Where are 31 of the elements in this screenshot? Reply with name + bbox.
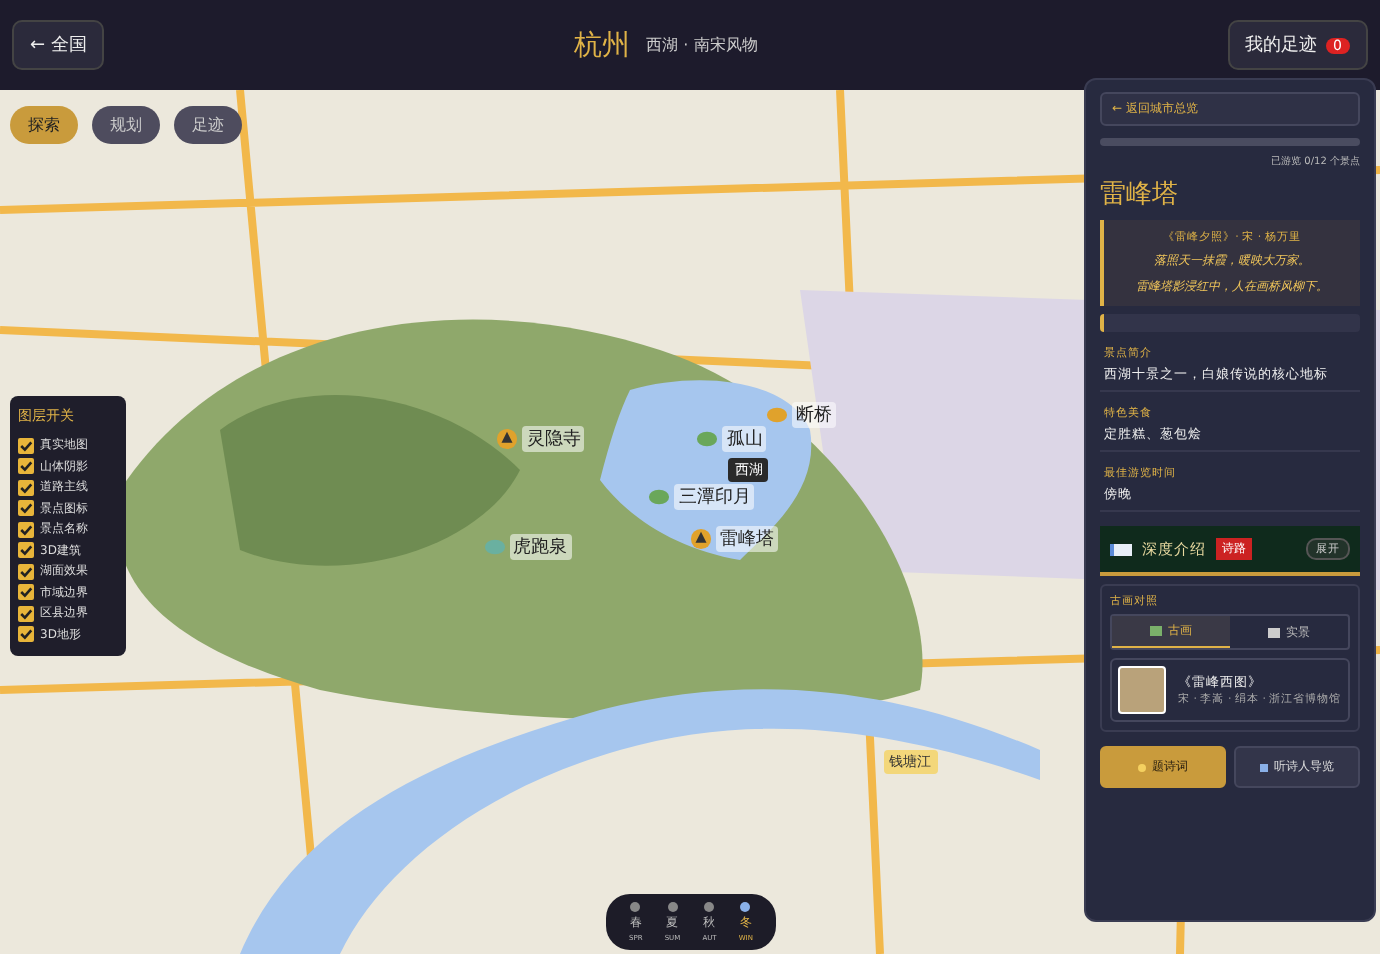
mode-tab[interactable]: 足迹 xyxy=(174,106,242,144)
scroll-icon xyxy=(1110,543,1132,555)
checkbox[interactable] xyxy=(18,437,34,453)
place-marker-icon[interactable] xyxy=(483,536,505,559)
checkbox[interactable] xyxy=(18,626,34,642)
place-label[interactable]: 雷峰塔 xyxy=(716,526,778,553)
checkbox[interactable] xyxy=(18,479,34,495)
painting-thumbnail xyxy=(1118,666,1166,714)
place-label[interactable]: 断桥 xyxy=(791,401,836,428)
spot-title: 雷峰塔 xyxy=(1100,178,1180,212)
place-label[interactable]: 灵隐寺 xyxy=(522,426,585,453)
checkbox[interactable] xyxy=(18,542,34,558)
place-marker-icon[interactable] xyxy=(496,428,519,451)
mode-tab[interactable]: 探索 xyxy=(10,106,78,144)
checkbox[interactable] xyxy=(18,458,34,474)
place-label[interactable]: 孤山 xyxy=(722,426,767,453)
mode-tab[interactable]: 规划 xyxy=(92,106,160,144)
checkbox[interactable] xyxy=(18,605,34,621)
checkbox[interactable] xyxy=(18,584,34,600)
checkbox[interactable] xyxy=(18,500,34,516)
place-marker-icon[interactable] xyxy=(648,485,671,508)
checkbox[interactable] xyxy=(18,521,34,537)
place-marker-icon[interactable] xyxy=(690,528,712,551)
place-label[interactable]: 虎跑泉 xyxy=(509,534,571,561)
city-title: 杭州 xyxy=(574,27,631,63)
back-button[interactable]: ← 全国 xyxy=(12,20,105,70)
place-marker-icon[interactable] xyxy=(696,428,719,451)
place-marker-icon[interactable] xyxy=(765,403,788,426)
city-subtitle: 西湖 · 南宋风物 xyxy=(646,34,758,56)
place-label[interactable]: 三潭印月 xyxy=(674,483,755,510)
checkbox[interactable] xyxy=(18,563,34,579)
